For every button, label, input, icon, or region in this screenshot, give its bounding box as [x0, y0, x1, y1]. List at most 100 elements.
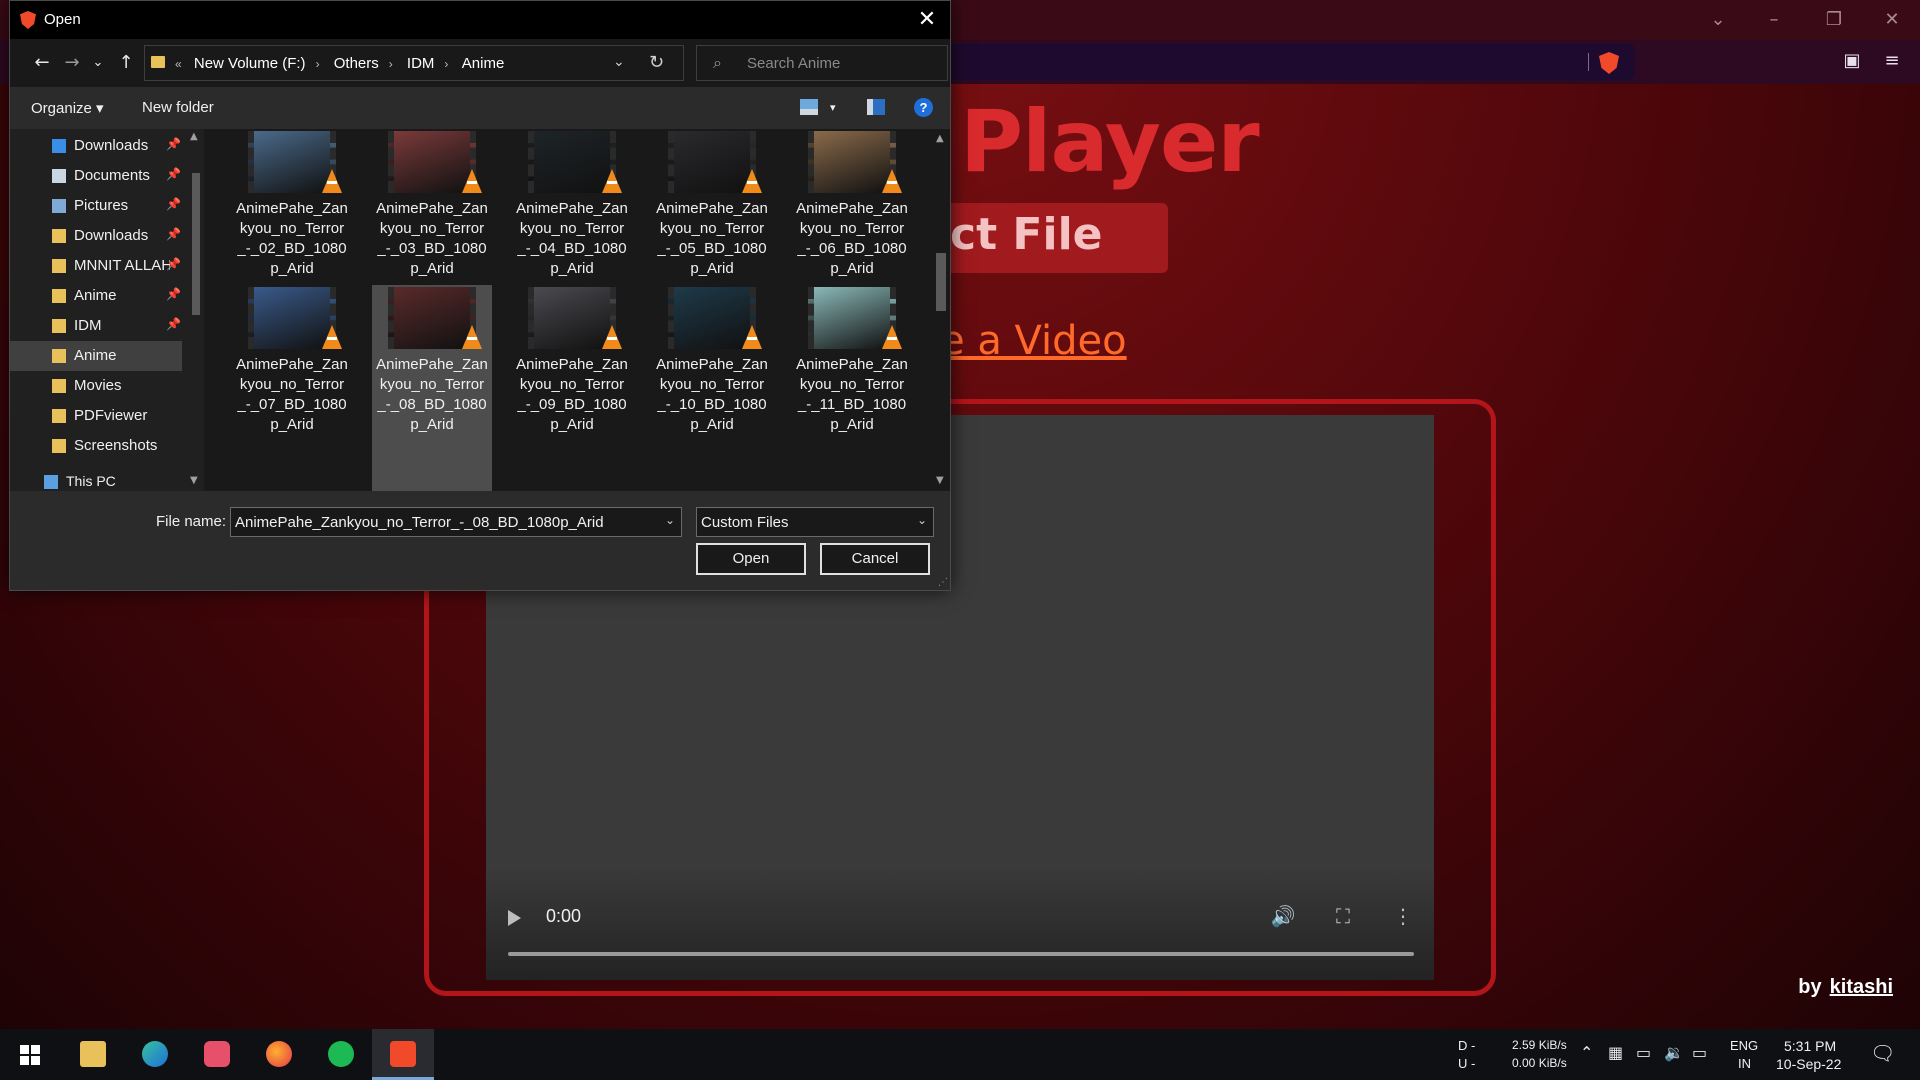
- scroll-up-icon[interactable]: ▲: [190, 131, 198, 142]
- breadcrumb-others[interactable]: Others: [334, 55, 379, 72]
- breadcrumb-new-volume[interactable]: New Volume (F:): [194, 55, 306, 72]
- breadcrumb-chevron-icon[interactable]: ›: [389, 57, 393, 71]
- file-tile[interactable]: AnimePahe_Zankyou_no_Terror_-_08_BD_1080…: [372, 285, 492, 491]
- recent-locations-chevron-icon[interactable]: ⌄: [86, 51, 110, 75]
- resize-grip-icon[interactable]: ⋰: [938, 577, 948, 588]
- file-name: AnimePahe_Zankyou_no_Terror_-_09_BD_1080…: [516, 356, 628, 433]
- brave-shield-icon[interactable]: [1599, 52, 1619, 74]
- breadcrumb-overflow[interactable]: «: [175, 57, 182, 71]
- search-input[interactable]: Search Anime: [747, 55, 840, 72]
- view-options-chevron-icon[interactable]: ▾: [830, 101, 836, 114]
- nav-item[interactable]: IDM 📌: [10, 311, 182, 341]
- file-grid-scrollbar[interactable]: ▲ ▼: [930, 129, 950, 491]
- nav-item[interactable]: Downloads 📌: [10, 131, 182, 161]
- file-name-field[interactable]: AnimePahe_Zankyou_no_Terror_-_08_BD_1080…: [230, 507, 682, 537]
- minimize-button[interactable]: –: [1760, 6, 1788, 34]
- new-folder-button[interactable]: New folder: [142, 99, 214, 116]
- nav-item[interactable]: Anime: [10, 341, 182, 371]
- file-tile[interactable]: AnimePahe_Zankyou_no_Terror_-_09_BD_1080…: [512, 285, 632, 491]
- start-button[interactable]: [0, 1029, 62, 1080]
- author-link[interactable]: kitashi: [1830, 976, 1893, 998]
- cancel-button[interactable]: Cancel: [820, 543, 930, 575]
- search-box[interactable]: ⌕ Search Anime: [696, 45, 948, 81]
- dialog-close-button[interactable]: ✕: [912, 5, 942, 35]
- file-name-value[interactable]: AnimePahe_Zankyou_no_Terror_-_08_BD_1080…: [235, 514, 604, 531]
- fullscreen-icon[interactable]: ⛶: [1330, 903, 1356, 929]
- address-bar[interactable]: [940, 44, 1635, 80]
- refresh-icon[interactable]: ↻: [649, 52, 664, 73]
- nav-item[interactable]: Screenshots: [10, 431, 182, 461]
- taskbar-file-explorer[interactable]: [62, 1029, 124, 1080]
- file-tile[interactable]: AnimePahe_Zankyou_no_Terror_-_07_BD_1080…: [232, 285, 352, 491]
- preview-pane-icon[interactable]: [867, 99, 885, 115]
- file-name-dropdown-chevron-icon[interactable]: ⌄: [665, 513, 675, 527]
- back-arrow-icon[interactable]: ←: [30, 51, 54, 75]
- file-tile[interactable]: AnimePahe_Zankyou_no_Terror_-_10_BD_1080…: [652, 285, 772, 491]
- breadcrumb-idm[interactable]: IDM: [407, 55, 435, 72]
- taskbar-spotify[interactable]: [310, 1029, 372, 1080]
- select-file-button[interactable]: ct File: [940, 203, 1168, 273]
- address-breadcrumb[interactable]: « New Volume (F:) › Others › IDM › Anime ⌄ …: [144, 45, 684, 81]
- nav-item-label: Anime: [74, 347, 117, 364]
- menu-icon[interactable]: ≡: [1881, 50, 1903, 72]
- nav-item[interactable]: Documents 📌: [10, 161, 182, 191]
- network-icon[interactable]: ▭: [1692, 1043, 1707, 1062]
- taskbar-brave[interactable]: [372, 1029, 434, 1080]
- brave-icon: [390, 1041, 416, 1067]
- file-tile[interactable]: AnimePahe_Zankyou_no_Terror_-_11_BD_1080…: [792, 285, 912, 491]
- notifications-icon[interactable]: 🗨: [1870, 1041, 1895, 1065]
- file-grid-scroll-thumb[interactable]: [936, 253, 946, 311]
- change-view-icon[interactable]: [800, 99, 818, 115]
- nav-item[interactable]: Movies: [10, 371, 182, 401]
- taskbar-brave-beta[interactable]: [186, 1029, 248, 1080]
- battery-icon[interactable]: ▭: [1636, 1043, 1651, 1062]
- wallet-icon[interactable]: ▣: [1841, 50, 1863, 72]
- video-link[interactable]: e a Video: [940, 318, 1127, 364]
- up-arrow-icon[interactable]: ↑: [114, 51, 138, 75]
- breadcrumb-chevron-icon[interactable]: ›: [444, 57, 448, 71]
- windows-logo-icon: [20, 1045, 40, 1065]
- nav-item[interactable]: Downloads 📌: [10, 221, 182, 251]
- volume-icon[interactable]: 🔊: [1270, 903, 1296, 929]
- select-file-label: ct File: [950, 209, 1103, 260]
- file-name: AnimePahe_Zankyou_no_Terror_-_05_BD_1080…: [656, 200, 768, 277]
- net-down-label: D -: [1458, 1038, 1476, 1053]
- breadcrumb-anime[interactable]: Anime: [462, 55, 505, 72]
- nav-item[interactable]: This PC: [10, 467, 182, 491]
- scroll-up-icon[interactable]: ▲: [936, 133, 944, 144]
- nav-pane-scroll-thumb[interactable]: [192, 173, 200, 315]
- scroll-down-icon[interactable]: ▼: [190, 475, 198, 486]
- scroll-down-icon[interactable]: ▼: [936, 475, 944, 486]
- show-hidden-icons-chevron[interactable]: ⌃: [1580, 1043, 1593, 1062]
- open-button[interactable]: Open: [696, 543, 806, 575]
- restore-button[interactable]: ❐: [1820, 6, 1848, 34]
- language-indicator[interactable]: ENG: [1730, 1038, 1758, 1053]
- address-dropdown-chevron-icon[interactable]: ⌄: [613, 54, 625, 70]
- vlc-cone-stripe: [747, 337, 757, 340]
- taskbar-firefox[interactable]: [248, 1029, 310, 1080]
- folder-icon: [52, 229, 66, 243]
- nav-item[interactable]: Pictures 📌: [10, 191, 182, 221]
- help-icon[interactable]: ?: [914, 98, 933, 117]
- region-indicator[interactable]: IN: [1738, 1056, 1751, 1071]
- organize-button[interactable]: Organize ▾: [31, 99, 104, 117]
- nav-pane-scrollbar[interactable]: ▲ ▼: [186, 129, 204, 491]
- more-options-icon[interactable]: ⋮: [1390, 903, 1416, 929]
- clock-date[interactable]: 10-Sep-22: [1776, 1056, 1841, 1072]
- play-icon[interactable]: [508, 910, 521, 926]
- forward-arrow-icon[interactable]: →: [60, 51, 84, 75]
- breadcrumb-chevron-icon[interactable]: ›: [316, 57, 320, 71]
- taskbar-edge[interactable]: [124, 1029, 186, 1080]
- tab-list-chevron-icon[interactable]: ⌄: [1704, 6, 1732, 34]
- nav-item[interactable]: Anime 📌: [10, 281, 182, 311]
- file-type-select[interactable]: Custom Files ⌄: [696, 507, 934, 537]
- nav-item[interactable]: MNNIT ALLAH 📌: [10, 251, 182, 281]
- volume-tray-icon[interactable]: 🔉: [1664, 1043, 1684, 1062]
- close-window-button[interactable]: ✕: [1878, 6, 1906, 34]
- nav-item[interactable]: PDFviewer: [10, 401, 182, 431]
- tray-app-icon[interactable]: ▦: [1608, 1043, 1623, 1062]
- dialog-nav-row: ← → ⌄ ↑ « New Volume (F:) › Others › IDM › …: [10, 39, 950, 87]
- clock-time[interactable]: 5:31 PM: [1784, 1038, 1836, 1054]
- file-type-chevron-icon[interactable]: ⌄: [917, 513, 927, 527]
- video-progress-bar[interactable]: [508, 952, 1414, 956]
